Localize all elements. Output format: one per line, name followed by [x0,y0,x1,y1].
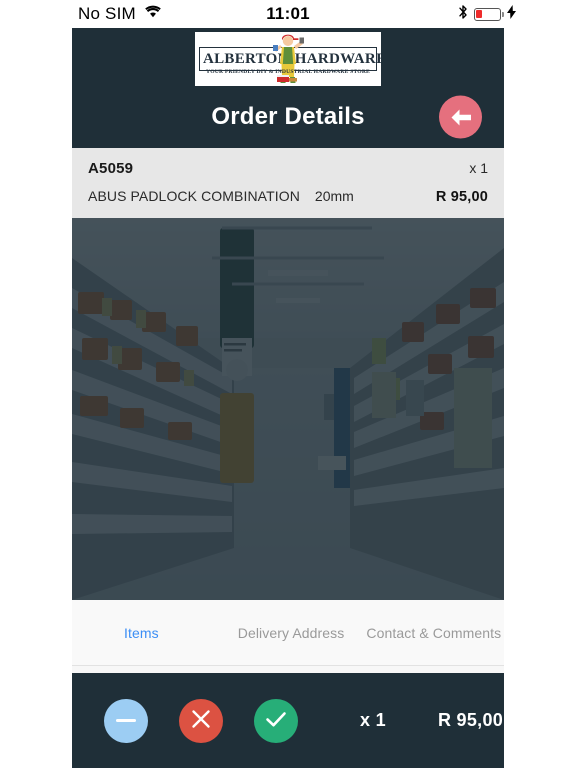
item-description-group: ABUS PADLOCK COMBINATION 20mm [88,188,354,204]
cancel-order-button[interactable] [179,698,223,743]
battery-icon [474,7,504,21]
item-size: 20mm [314,188,354,204]
item-quantity: x 1 [469,160,488,176]
minus-icon [116,718,136,723]
arrow-left-icon [449,107,473,127]
item-price: R 95,00 [435,189,488,205]
app-screen: ALBERTON HARDWARE YOUR FRIENDLY DIY & IN… [72,28,504,768]
app-header: ALBERTON HARDWARE YOUR FRIENDLY DIY & IN… [72,28,504,148]
alberton-hardware-logo: ALBERTON HARDWARE YOUR FRIENDLY DIY & IN… [195,32,381,86]
status-bar-right [458,4,516,25]
title-row: Order Details [72,86,504,148]
page-title: Order Details [211,103,365,130]
logo-word-right: HARDWARE [294,50,381,67]
ios-status-bar: No SIM 11:01 [0,0,576,28]
tab-items[interactable]: Items [124,625,159,641]
back-button[interactable] [439,95,482,139]
confirm-order-button[interactable] [254,698,298,743]
lightning-bolt-icon [507,4,516,24]
tab-bar: Items Delivery Address Contact & Comment… [72,600,504,666]
bottom-action-bar: x 1 R 95,00 [72,673,504,768]
close-x-icon [190,708,212,733]
item-description: ABUS PADLOCK COMBINATION [88,188,300,204]
action-bar-total: R 95,00 [437,710,504,730]
check-icon [264,708,288,733]
handyman-mascot-icon [271,34,305,84]
item-row-bottom: ABUS PADLOCK COMBINATION 20mm R 95,00 [88,188,488,205]
logo-tagline: YOUR FRIENDLY DIY & INDUSTRIAL HARDWARE … [206,69,370,75]
product-hero-image [72,218,504,600]
tab-contact-comments[interactable]: Contact & Comments [366,625,501,641]
item-sku: A5059 [88,160,134,177]
hero-dark-overlay [72,218,504,600]
order-item-row[interactable]: A5059 x 1 ABUS PADLOCK COMBINATION 20mm … [72,148,504,218]
bluetooth-icon [458,4,468,25]
decrease-quantity-button[interactable] [104,698,148,743]
action-bar-quantity: x 1 [360,710,386,730]
logo-container: ALBERTON HARDWARE YOUR FRIENDLY DIY & IN… [72,28,504,86]
item-row-top: A5059 x 1 [88,160,488,177]
tab-delivery-address[interactable]: Delivery Address [238,625,345,641]
